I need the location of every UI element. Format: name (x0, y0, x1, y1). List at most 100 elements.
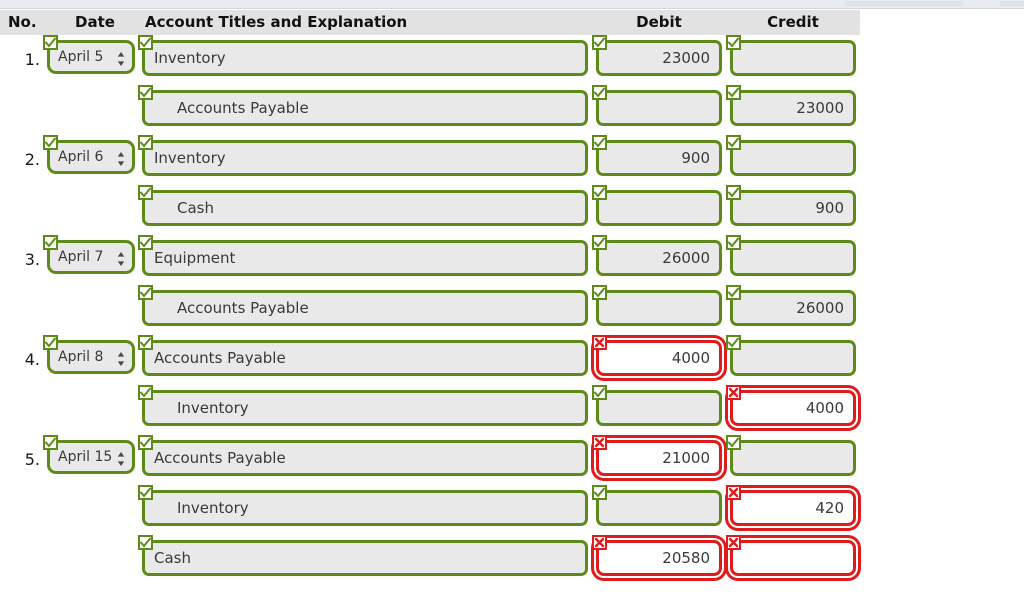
entry-number: 1. (24, 50, 40, 69)
check-icon-debit (592, 385, 607, 400)
updown-arrows-icon (117, 249, 125, 266)
check-icon-date (43, 135, 58, 150)
debit-amount-input[interactable] (596, 90, 722, 126)
column-header-no: No. (8, 13, 37, 31)
credit-amount-input[interactable] (730, 440, 856, 476)
credit-amount-input[interactable]: 4000 (730, 390, 856, 426)
account-title-input[interactable]: Cash (142, 190, 588, 226)
debit-amount-input[interactable]: 20580 (596, 540, 722, 576)
journal-line: 2. April 6 Inventory 900 (0, 135, 1024, 185)
browser-top-strip (0, 0, 1024, 9)
journal-line: Accounts Payable 26000 (0, 285, 1024, 335)
debit-amount-input[interactable]: 900 (596, 140, 722, 176)
column-header-date: Date (75, 13, 115, 31)
journal-line: Inventory 420 (0, 485, 1024, 535)
check-icon-debit (592, 485, 607, 500)
check-icon-account (138, 485, 153, 500)
credit-amount-input[interactable]: 26000 (730, 290, 856, 326)
check-icon-debit (592, 35, 607, 50)
check-icon-debit (592, 285, 607, 300)
journal-line: 1. April 5 Inventory 23000 (0, 35, 1024, 85)
date-select[interactable]: April 7 (47, 240, 135, 274)
check-icon-account (138, 285, 153, 300)
date-select[interactable]: April 8 (47, 340, 135, 374)
check-icon-credit (726, 235, 741, 250)
journal-line: Inventory 4000 (0, 385, 1024, 435)
x-icon-debit (592, 535, 607, 550)
check-icon-debit (592, 85, 607, 100)
journal-line: Accounts Payable 23000 (0, 85, 1024, 135)
account-title-input[interactable]: Accounts Payable (142, 440, 588, 476)
debit-amount-input[interactable] (596, 290, 722, 326)
credit-amount-input[interactable]: 420 (730, 490, 856, 526)
updown-arrows-icon (117, 49, 125, 66)
updown-arrows-icon (117, 449, 125, 466)
account-title-input[interactable]: Accounts Payable (142, 340, 588, 376)
entry-number: 5. (24, 450, 40, 469)
check-icon-date (43, 35, 58, 50)
x-icon-credit (726, 535, 741, 550)
journal-line: Cash 20580 (0, 535, 1024, 585)
credit-amount-input[interactable] (730, 40, 856, 76)
account-title-input[interactable]: Inventory (142, 490, 588, 526)
entry-number: 2. (24, 150, 40, 169)
date-select[interactable]: April 6 (47, 140, 135, 174)
debit-amount-input[interactable] (596, 490, 722, 526)
check-icon-date (43, 235, 58, 250)
debit-amount-input[interactable]: 26000 (596, 240, 722, 276)
account-title-input[interactable]: Cash (142, 540, 588, 576)
check-icon-account (138, 235, 153, 250)
debit-amount-input[interactable]: 21000 (596, 440, 722, 476)
credit-amount-input[interactable] (730, 240, 856, 276)
x-icon-credit (726, 385, 741, 400)
check-icon-credit (726, 285, 741, 300)
check-icon-account (138, 35, 153, 50)
column-header-debit: Debit (636, 13, 682, 31)
check-icon-account (138, 385, 153, 400)
account-title-input[interactable]: Inventory (142, 140, 588, 176)
date-select[interactable]: April 15 (47, 440, 135, 474)
debit-amount-input[interactable]: 4000 (596, 340, 722, 376)
date-select[interactable]: April 5 (47, 40, 135, 74)
check-icon-debit (592, 135, 607, 150)
check-icon-account (138, 335, 153, 350)
toolbar-pill-primary (845, 1, 963, 6)
table-header: No. Date Account Titles and Explanation … (0, 10, 860, 35)
debit-amount-input[interactable] (596, 390, 722, 426)
journal-entry-sheet: 1. April 5 Inventory 23000 Accounts Payable 2… (0, 35, 1024, 611)
account-title-input[interactable]: Accounts Payable (142, 290, 588, 326)
debit-amount-input[interactable] (596, 190, 722, 226)
check-icon-credit (726, 85, 741, 100)
credit-amount-input[interactable]: 900 (730, 190, 856, 226)
toolbar-pill-secondary (1000, 1, 1024, 6)
x-icon-debit (592, 435, 607, 450)
account-title-input[interactable]: Inventory (142, 40, 588, 76)
account-title-input[interactable]: Equipment (142, 240, 588, 276)
account-title-input[interactable]: Inventory (142, 390, 588, 426)
check-icon-account (138, 135, 153, 150)
check-icon-date (43, 335, 58, 350)
check-icon-account (138, 85, 153, 100)
debit-amount-input[interactable]: 23000 (596, 40, 722, 76)
x-icon-credit (726, 485, 741, 500)
journal-line: Cash 900 (0, 185, 1024, 235)
credit-amount-input[interactable] (730, 140, 856, 176)
updown-arrows-icon (117, 149, 125, 166)
check-icon-credit (726, 335, 741, 350)
check-icon-debit (592, 235, 607, 250)
updown-arrows-icon (117, 349, 125, 366)
journal-line: 4. April 8 Accounts Payable 4000 (0, 335, 1024, 385)
credit-amount-input[interactable] (730, 340, 856, 376)
entry-number: 4. (24, 350, 40, 369)
check-icon-credit (726, 35, 741, 50)
account-title-input[interactable]: Accounts Payable (142, 90, 588, 126)
journal-line: 3. April 7 Equipment 26000 (0, 235, 1024, 285)
check-icon-debit (592, 185, 607, 200)
x-icon-debit (592, 335, 607, 350)
entry-number: 3. (24, 250, 40, 269)
credit-amount-input[interactable] (730, 540, 856, 576)
credit-amount-input[interactable]: 23000 (730, 90, 856, 126)
check-icon-date (43, 435, 58, 450)
column-header-account: Account Titles and Explanation (145, 13, 408, 31)
check-icon-credit (726, 185, 741, 200)
